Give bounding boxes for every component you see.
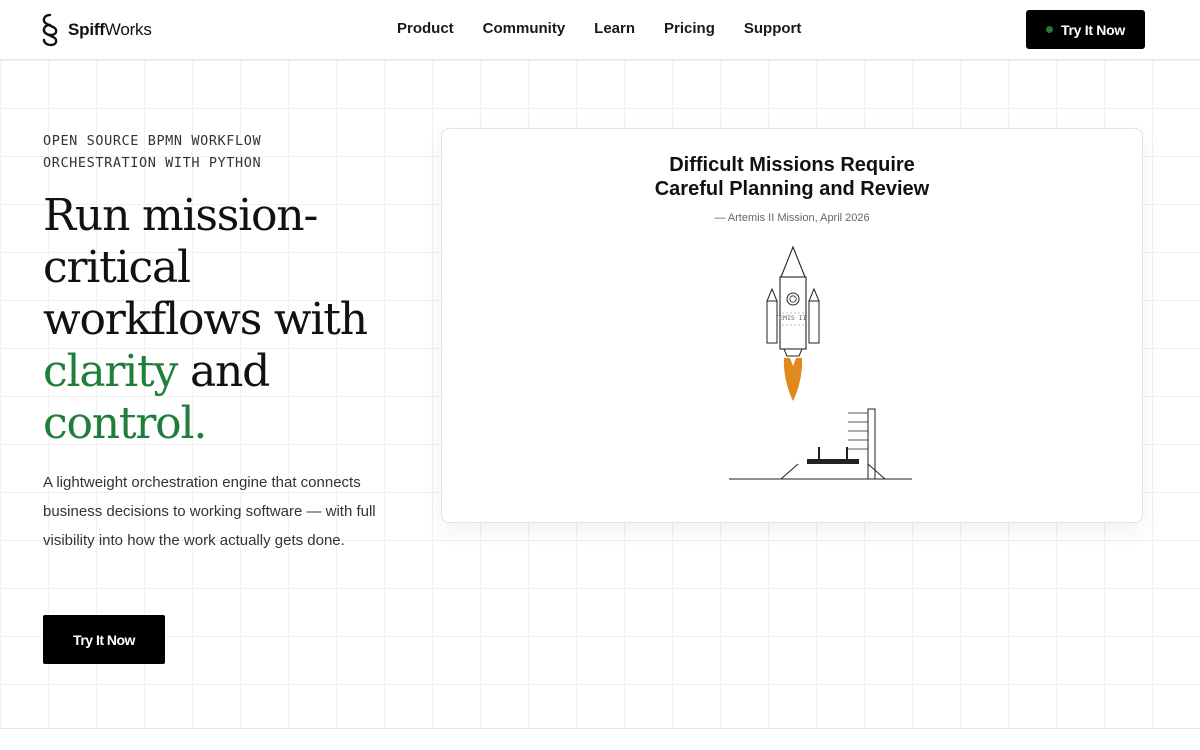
brand-name-bold: Spiff bbox=[68, 20, 105, 39]
hero-try-it-now-button[interactable]: Try It Now bbox=[43, 615, 165, 664]
headline-text-2: and bbox=[190, 346, 270, 397]
hero-description: A lightweight orchestration engine that … bbox=[43, 474, 376, 549]
spiffworks-logo-icon bbox=[42, 13, 58, 47]
left-booster-cone bbox=[766, 287, 778, 302]
left-booster bbox=[766, 300, 778, 344]
status-dot-icon bbox=[1046, 26, 1054, 33]
top-navigation-bar: SpiffWorks Product Community Learn Prici… bbox=[0, 0, 1200, 60]
eyebrow-line-1: OPEN SOURCE BPMN WORKFLOW bbox=[43, 133, 262, 149]
rocket-nose-cone bbox=[780, 245, 806, 278]
right-booster bbox=[808, 300, 820, 344]
rocket-launch-illustration: ARTEMIS II bbox=[729, 245, 912, 480]
headline-highlight-control: control. bbox=[43, 398, 207, 449]
hero-headline: Run mission-critical workflows with clar… bbox=[43, 190, 413, 450]
nav-item-product[interactable]: Product bbox=[397, 20, 454, 38]
hero-cta-label: Try It Now bbox=[73, 631, 135, 648]
logo-strip bbox=[0, 729, 1200, 750]
brand-name: SpiffWorks bbox=[68, 20, 152, 40]
nav-item-learn[interactable]: Learn bbox=[594, 20, 635, 38]
card-title: Difficult Missions Require Careful Plann… bbox=[442, 153, 1142, 201]
brand-logo[interactable]: SpiffWorks bbox=[38, 13, 152, 47]
header-cta-label: Try It Now bbox=[1061, 21, 1125, 38]
card-title-line-1: Difficult Missions Require bbox=[669, 154, 915, 176]
nav-item-pricing[interactable]: Pricing bbox=[664, 20, 715, 38]
rocket-engine bbox=[783, 348, 803, 357]
mission-illustration-card: Difficult Missions Require Careful Plann… bbox=[441, 128, 1143, 523]
eyebrow-line-2: ORCHESTRATION WITH PYTHON bbox=[43, 155, 262, 171]
card-title-line-2: Careful Planning and Review bbox=[654, 178, 930, 200]
hero-eyebrow: OPEN SOURCE BPMN WORKFLOW ORCHESTRATION … bbox=[43, 130, 363, 174]
nav-item-community[interactable]: Community bbox=[483, 20, 566, 38]
nav-item-support[interactable]: Support bbox=[744, 20, 802, 38]
card-caption: — Artemis II Mission, April 2026 bbox=[714, 212, 870, 224]
headline-text-1: Run mission-critical workflows with bbox=[43, 190, 368, 345]
headline-highlight-clarity: clarity bbox=[43, 346, 178, 397]
launch-tower bbox=[867, 408, 876, 480]
main-nav: Product Community Learn Pricing Support bbox=[397, 20, 830, 38]
header-try-it-now-button[interactable]: Try It Now bbox=[1026, 10, 1145, 49]
launch-pad bbox=[807, 459, 859, 464]
right-booster-cone bbox=[808, 287, 820, 302]
brand-name-regular: Works bbox=[104, 20, 152, 39]
page: SpiffWorks Product Community Learn Prici… bbox=[0, 0, 1200, 750]
